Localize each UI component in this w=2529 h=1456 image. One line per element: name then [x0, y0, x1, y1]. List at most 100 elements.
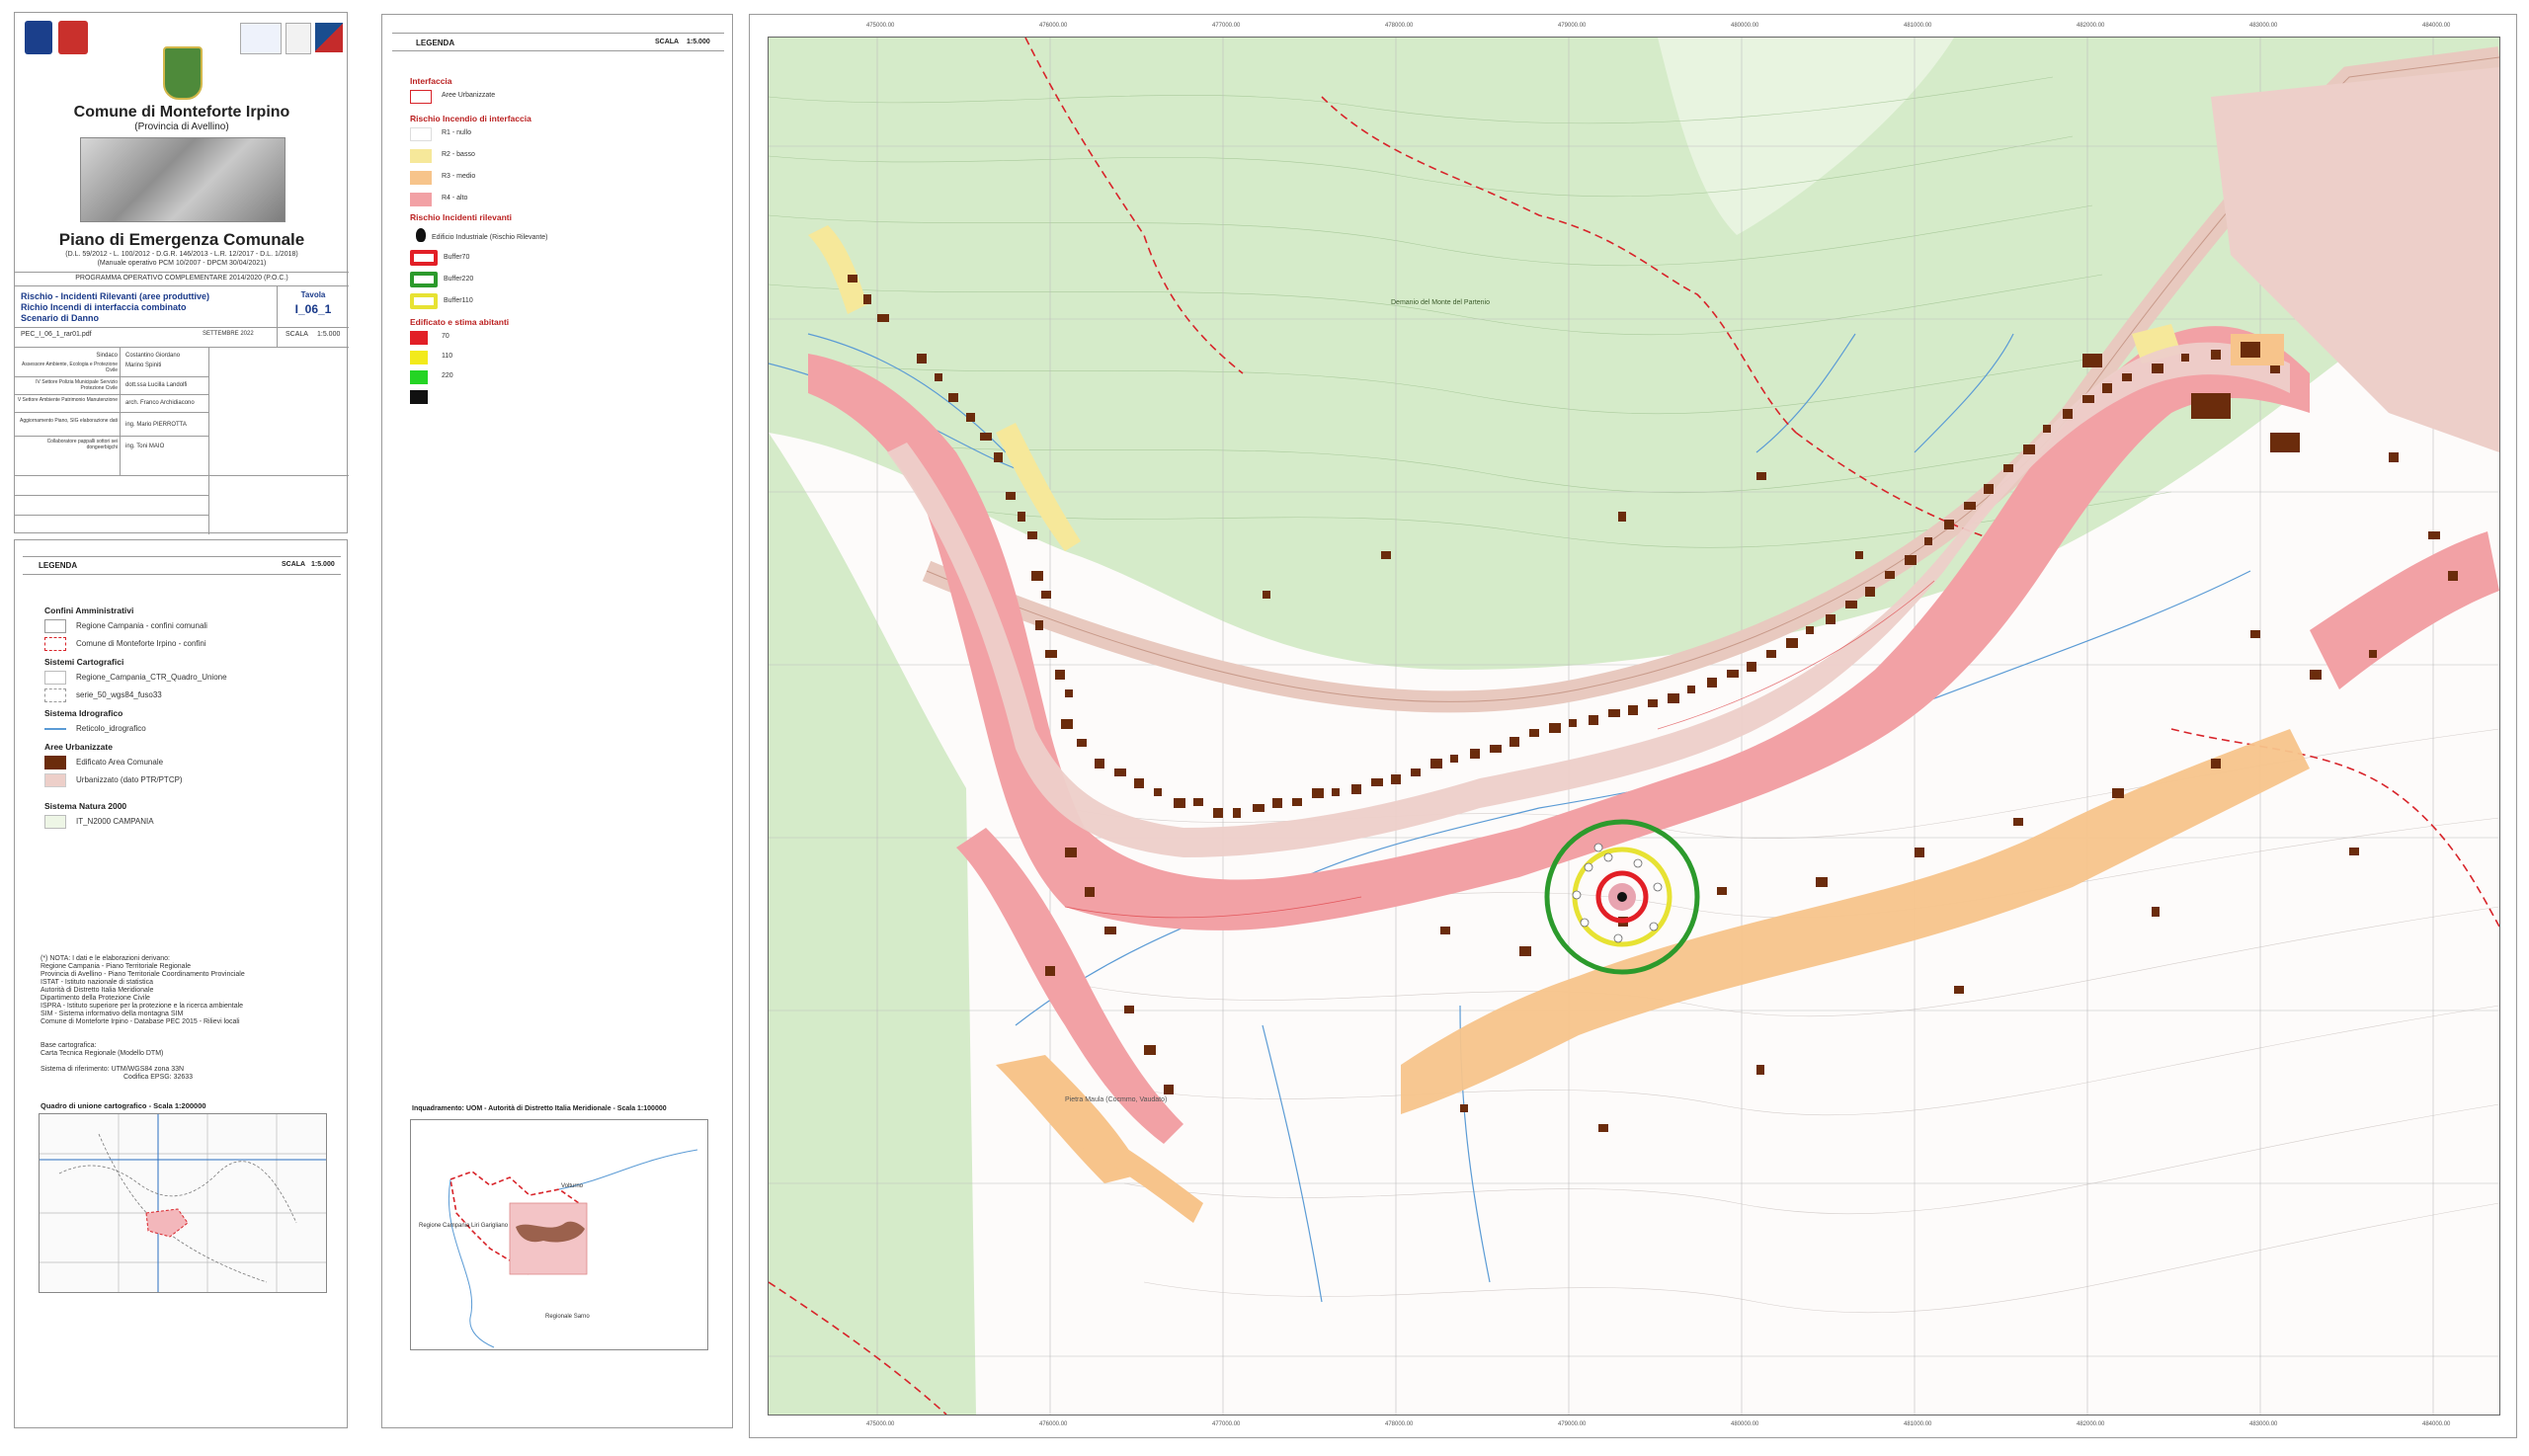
grid-top-3: 477000.00 — [1212, 23, 1241, 29]
inq-label-3: Regionale Sarno — [545, 1314, 590, 1320]
staff-name-5: ing. Mario PIERROTTA — [125, 422, 187, 428]
grid-top-7: 481000.00 — [1904, 23, 1932, 29]
grid-top-1: 475000.00 — [866, 23, 895, 29]
reference-1: Sistema di riferimento: UTM/WGS84 zona 3… — [41, 1066, 185, 1073]
staff-role-1: Sindaco — [96, 353, 118, 359]
grid-bottom-3: 477000.00 — [1212, 1421, 1241, 1427]
sheet-label: Tavola — [300, 290, 326, 299]
region-logo-icon — [25, 21, 52, 54]
reference-2: Codifica EPSG: 32633 — [123, 1074, 194, 1081]
grid-bottom-7: 481000.00 — [1904, 1421, 1932, 1427]
legend-2-swatch-urban — [410, 90, 432, 104]
legend-2-urban: Aree Urbanizzate — [442, 92, 496, 99]
legend-1-ctr: Regione_Campania_CTR_Quadro_Unione — [76, 673, 227, 682]
legend-2-buffer110: Buffer110 — [444, 297, 473, 304]
map-title-2: Richio Incendi di interfaccia combinato — [21, 302, 187, 312]
legend-2-swatch-r3 — [410, 171, 432, 185]
legend-2-swatch-r4 — [410, 193, 432, 206]
staff-name-2: Marino Spiniti — [125, 363, 162, 368]
legend-1-river: Reticolo_idrografico — [76, 724, 146, 733]
grid-top-2: 476000.00 — [1039, 23, 1068, 29]
note-line-5: Autorità di Distretto Italia Meridionale — [41, 987, 154, 994]
legend-1-urban-head: Aree Urbanizzate — [44, 742, 113, 752]
legend-1-natura: IT_N2000 CAMPANIA — [76, 817, 154, 826]
legend-1-buildings: Edificato Area Comunale — [76, 758, 164, 767]
grid-top-10: 484000.00 — [2422, 23, 2451, 29]
note-line-8: SIM - Sistema informativo della montagna… — [41, 1011, 184, 1017]
grid-bottom-2: 476000.00 — [1039, 1421, 1068, 1427]
republic-logo-icon — [286, 23, 311, 54]
grid-bottom-6: 480000.00 — [1731, 1421, 1759, 1427]
legend-2-r1: R1 - nullo — [442, 129, 471, 136]
legend-2-interface-head: Interfaccia — [410, 76, 452, 86]
industrial-building-icon — [1617, 892, 1627, 902]
grid-bottom-10: 484000.00 — [2422, 1421, 2451, 1427]
legend-1-boundaries-head: Confini Amministrativi — [44, 606, 134, 615]
legend-2-swatch-buffer70 — [410, 250, 438, 266]
title-block-panel: Comune di Monteforte Irpino (Provincia d… — [14, 12, 349, 534]
civil-protection-logo-icon — [58, 21, 88, 54]
town-name: Comune di Monteforte Irpino — [73, 104, 290, 121]
base-carto-2: Carta Tecnica Regionale (Modello DTM) — [41, 1050, 164, 1057]
legend-2-buffer70: Buffer70 — [444, 254, 470, 261]
legend-1-swatch-town — [44, 637, 66, 651]
map-title-3: Scenario di Danno — [21, 313, 100, 323]
staff-name-3: dott.ssa Lucilla Landolfi — [125, 382, 188, 388]
inquadramento-map: Regione Campania Liri Garigliano Volturn… — [410, 1119, 708, 1350]
grid-bottom-5: 479000.00 — [1558, 1421, 1587, 1427]
legend-2-swatch-buffer220 — [410, 272, 438, 287]
note-line-4: ISTAT - Istituto nazionale di statistica — [41, 979, 153, 986]
legend-2-r4: R4 - alto — [442, 195, 468, 202]
inquadramento-title: Inquadramento: UOM - Autorità di Distret… — [412, 1105, 667, 1112]
staff-name-6: ing. Toni MAIO — [125, 444, 165, 449]
plan-manual: (Manuale operativo PCM 10/2007 - DPCM 30… — [97, 260, 267, 267]
grid-bottom-1: 475000.00 — [866, 1421, 895, 1427]
legend-1-carto-head: Sistemi Cartografici — [44, 657, 124, 667]
inq-label-1: Regione Campania Liri Garigliano — [419, 1223, 509, 1229]
legend-2-scale-label: SCALA — [655, 39, 680, 45]
legend-2-pop-110: 110 — [442, 353, 453, 360]
legend-2-incident-head: Rischio Incidenti rilevanti — [410, 212, 512, 222]
legend-1-series: serie_50_wgs84_fuso33 — [76, 690, 162, 699]
legend-1-swatch-urban — [44, 773, 66, 787]
legend-2-swatch-r1 — [410, 127, 432, 141]
grid-top-9: 483000.00 — [2249, 23, 2278, 29]
map-frame[interactable]: Demanio del Monte del Partenio Pietra Ma… — [768, 37, 2500, 1416]
legend-2-risk-head: Rischio Incendio di interfaccia — [410, 114, 531, 123]
town-coat-of-arms-icon — [163, 46, 203, 100]
legend-2-buffer220: Buffer220 — [444, 276, 474, 283]
legend-2-swatch-70 — [410, 331, 428, 345]
legend-panel-1: LEGENDA SCALA 1:5.000 Confini Amministra… — [14, 539, 348, 1428]
legend-2-swatch-buffer110 — [410, 293, 438, 309]
base-carto-1: Base cartografica: — [41, 1042, 97, 1049]
legend-2-swatch-black — [410, 390, 428, 404]
flame-icon — [416, 228, 426, 242]
legend-2-pop-head: Edificato e stima abitanti — [410, 317, 510, 327]
note-line-7: ISPRA - Istituto superiore per la protez… — [41, 1003, 244, 1010]
dpc-logo-icon — [315, 23, 343, 52]
staff-name-1: Costantino Giordano — [125, 353, 181, 359]
staff-role-5: Aggiornamento Piano, SIG elaborazione da… — [20, 418, 118, 424]
legend-1-hydro-head: Sistema Idrografico — [44, 708, 123, 718]
grid-bottom-4: 478000.00 — [1385, 1421, 1414, 1427]
note-line-1: (*) NOTA: I dati e le elaborazioni deriv… — [41, 955, 170, 962]
grid-bottom-9: 483000.00 — [2249, 1421, 2278, 1427]
legend-2-pop-220: 220 — [442, 372, 453, 379]
legend-2-industrial: Edificio Industriale (Rischio Rilevante) — [432, 234, 548, 241]
staff-role-6: Collaboratore pappalli sottori sei donge… — [46, 439, 118, 450]
legend-1-swatch-region — [44, 619, 66, 633]
legend-2-swatch-220 — [410, 370, 428, 384]
staff-role-4: V Settore Ambiente Patrimonio Manutenzio… — [17, 397, 118, 403]
scale-label: SCALA — [286, 331, 308, 338]
province-name: (Provincia di Avellino) — [134, 121, 229, 132]
legend-1-town: Comune di Monteforte Irpino - confini — [76, 639, 206, 648]
legend-1-scale: 1:5.000 — [311, 561, 335, 568]
grid-bottom-8: 482000.00 — [2077, 1421, 2105, 1427]
plan-title: Piano di Emergenza Comunale — [58, 230, 305, 249]
eu-logo-icon — [240, 23, 282, 54]
note-line-9: Comune di Monteforte Irpino - Database P… — [41, 1018, 240, 1025]
legend-1-urban: Urbanizzato (dato PTR/PTCP) — [76, 775, 183, 784]
plan-laws: (D.L. 59/2012 - L. 100/2012 - D.G.R. 146… — [65, 251, 298, 258]
legend-2-pop-70: 70 — [442, 333, 449, 340]
grid-top-5: 479000.00 — [1558, 23, 1587, 29]
